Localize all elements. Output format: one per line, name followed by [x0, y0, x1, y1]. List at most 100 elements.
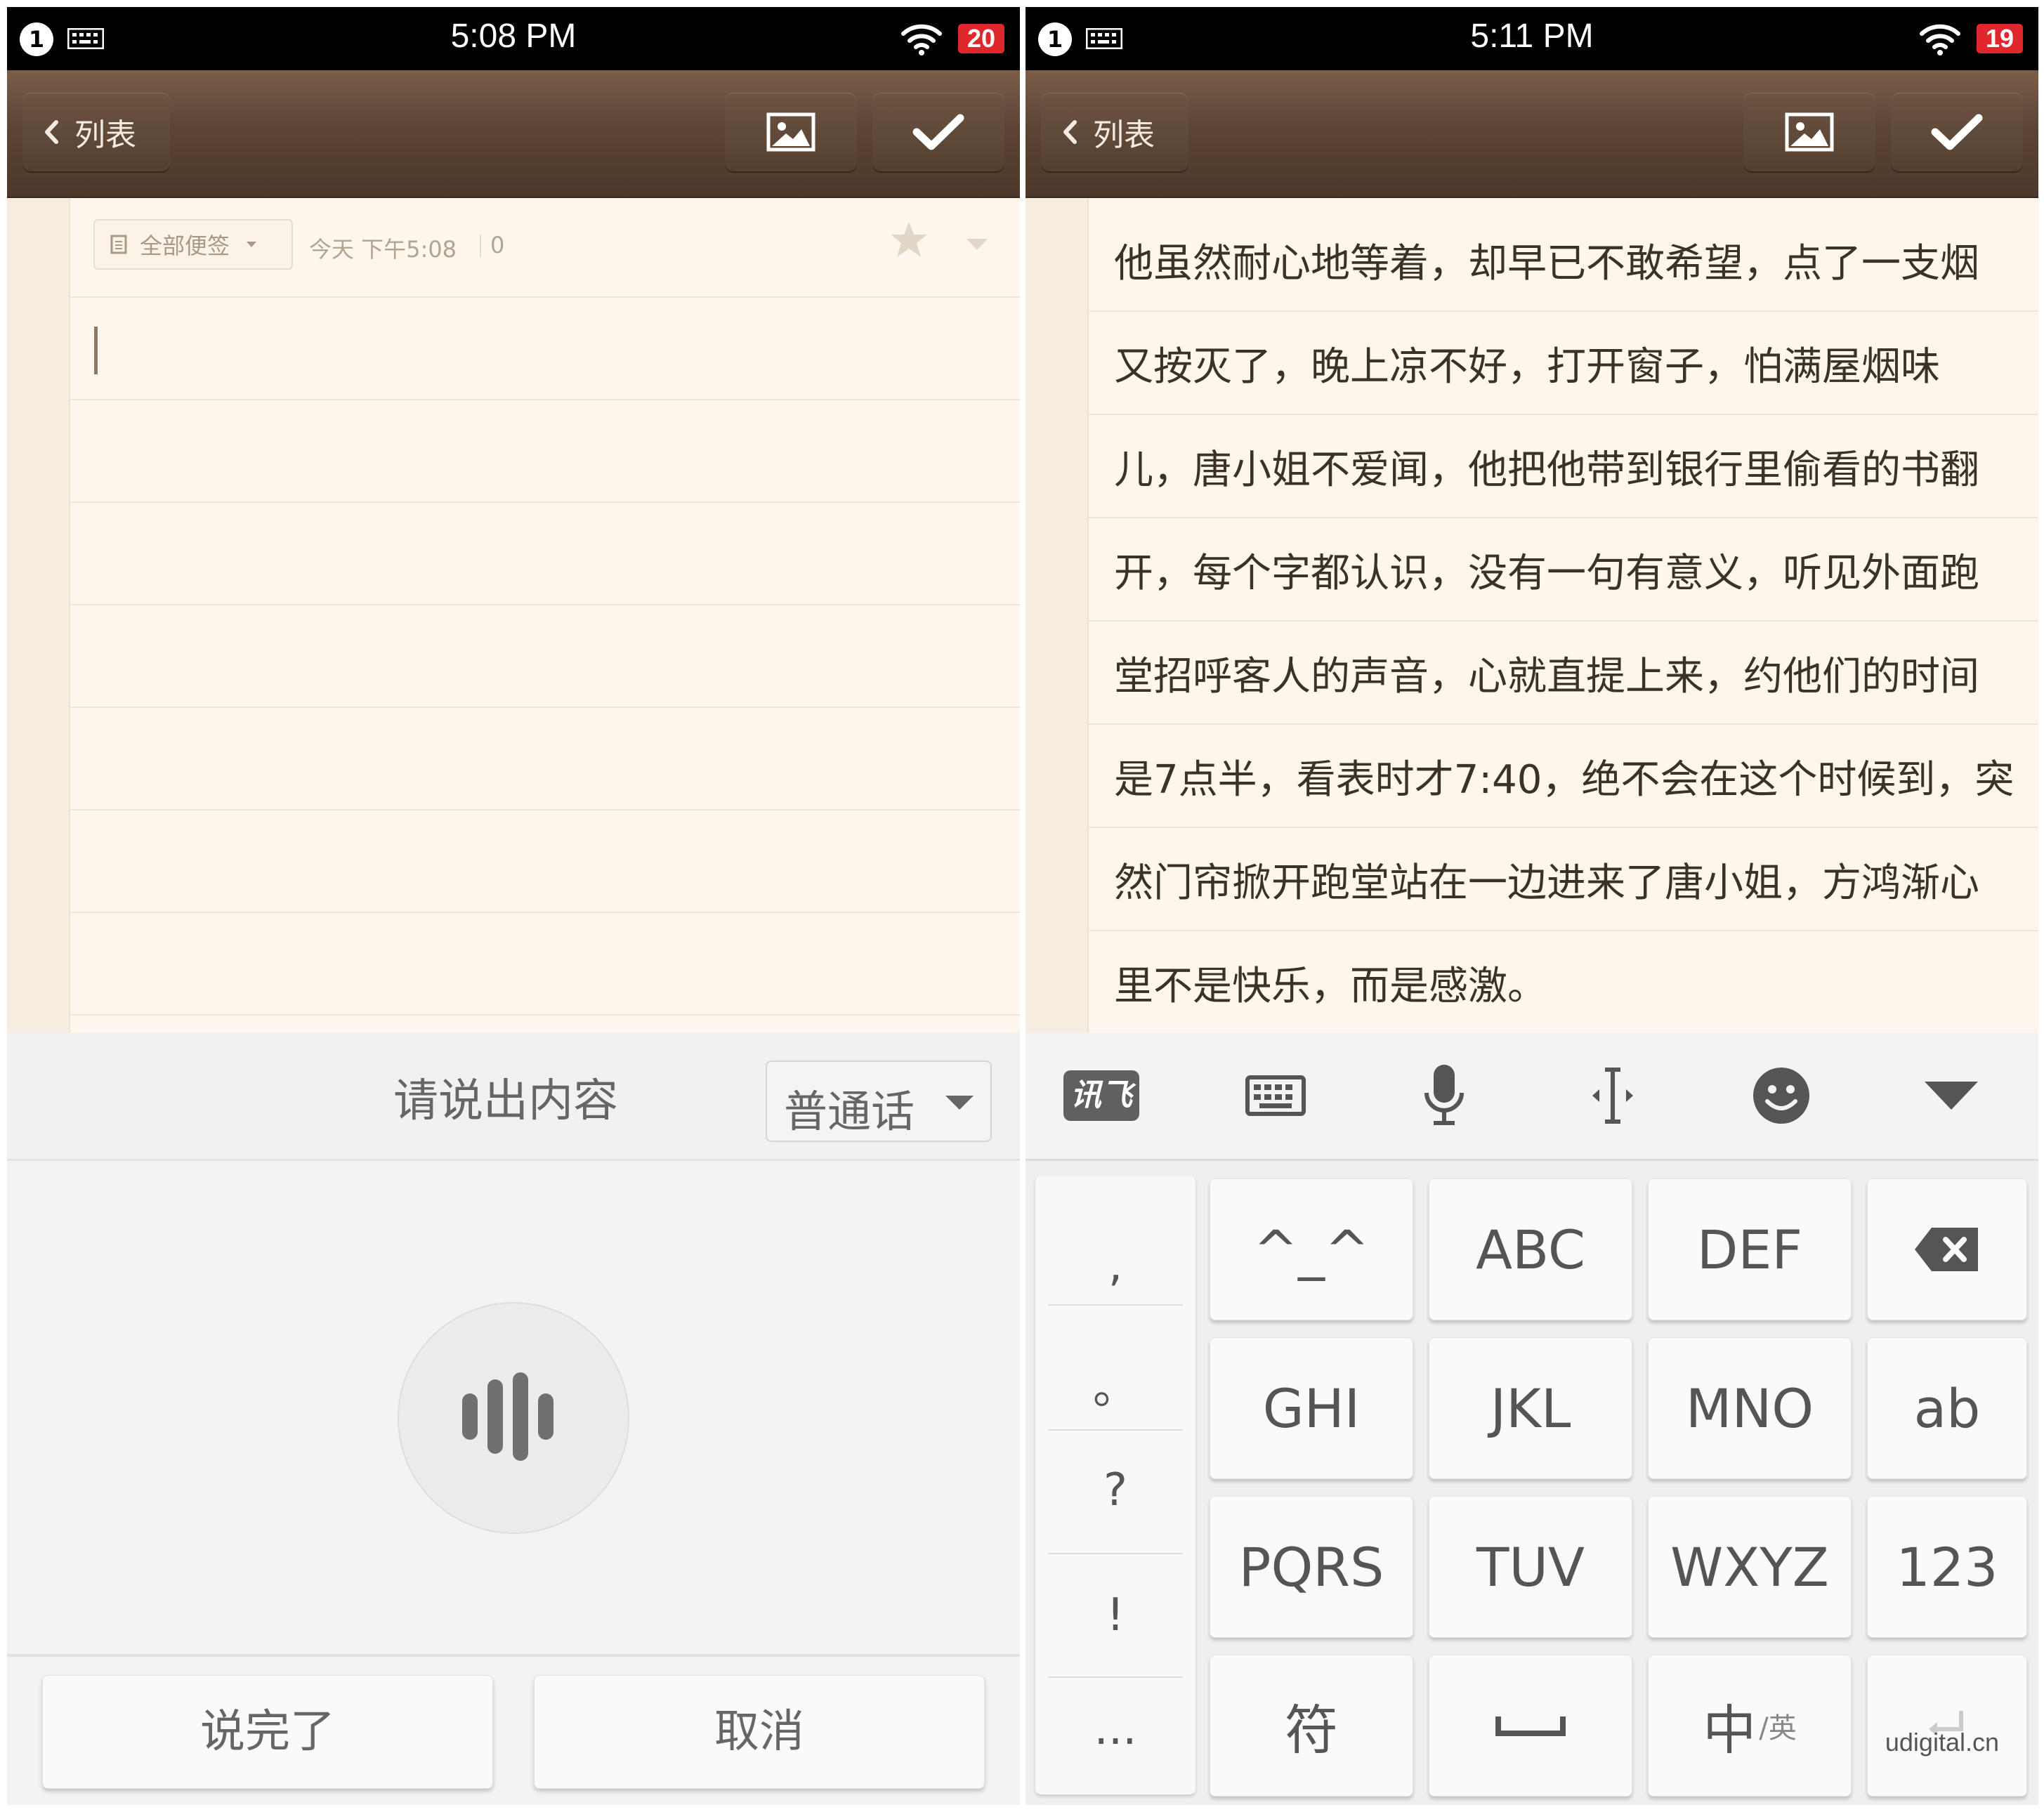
- note-text-line: 里不是快乐，而是感激。: [1114, 964, 1547, 1009]
- divider: [1048, 1676, 1183, 1678]
- image-icon: [766, 112, 815, 152]
- punct-key-period[interactable]: 。: [1035, 1352, 1195, 1417]
- note-date: 今天 下午5:08: [309, 236, 457, 263]
- status-bar: 1 5:08 PM 20: [7, 7, 1020, 70]
- chevron-down-icon[interactable]: [965, 237, 989, 251]
- back-label: 列表: [74, 117, 136, 153]
- note-text-line: 儿，唐小姐不爱闻，他把他带到银行里偷看的书翻: [1114, 447, 1979, 493]
- backspace-icon: [1915, 1228, 1978, 1271]
- status-bar: 1 5:11 PM 19: [1026, 7, 2038, 70]
- save-button[interactable]: [1891, 93, 2023, 171]
- text-cursor: [94, 327, 98, 374]
- backspace-key[interactable]: [1867, 1179, 2027, 1320]
- left-screen: 1 5:08 PM 20 列表 全部便签 今天 下午5:08 0 请说出内容 普…: [7, 7, 1020, 1805]
- note-meta-bar: 全部便签 今天 下午5:08 0: [69, 198, 1020, 296]
- paper-rule: [1087, 620, 2038, 622]
- language-toggle-key[interactable]: 中/英: [1648, 1655, 1852, 1797]
- punct-key-ellipsis[interactable]: ...: [1035, 1703, 1195, 1755]
- check-icon: [1931, 114, 1983, 150]
- status-time: 5:08 PM: [450, 18, 577, 55]
- space-icon: [1495, 1716, 1566, 1736]
- key-ghi[interactable]: GHI: [1210, 1337, 1413, 1479]
- punct-key-comma[interactable]: ,: [1035, 1240, 1195, 1292]
- star-icon[interactable]: [888, 219, 930, 261]
- paper-rule: [69, 501, 1020, 503]
- space-key[interactable]: [1429, 1655, 1632, 1797]
- emoji-icon: [1753, 1068, 1809, 1124]
- divider: [7, 1654, 1020, 1657]
- emoji-button[interactable]: [1742, 1061, 1821, 1131]
- back-label: 列表: [1093, 117, 1155, 153]
- cursor-move-icon: [1592, 1068, 1633, 1124]
- battery-level: 20: [958, 24, 1004, 53]
- paper-rule: [1087, 930, 2038, 931]
- char-count: 0: [490, 232, 505, 258]
- key-numbers[interactable]: 123: [1867, 1496, 2027, 1638]
- paper-rule: [1087, 517, 2038, 518]
- image-icon: [1785, 112, 1834, 152]
- note-header: 列表: [7, 70, 1020, 198]
- cursor-move-button[interactable]: [1573, 1061, 1652, 1131]
- punctuation-column: , 。 ? ! ...: [1035, 1176, 1195, 1794]
- chevron-left-icon: [1063, 120, 1077, 144]
- lang-main: 中: [1703, 1699, 1757, 1761]
- key-mno[interactable]: MNO: [1648, 1337, 1852, 1479]
- paper-rule: [69, 707, 1020, 708]
- voice-prompt: 请说出内容: [393, 1075, 618, 1127]
- wifi-icon: [1920, 24, 1960, 55]
- cancel-button[interactable]: 取消: [534, 1675, 985, 1789]
- key-tuv[interactable]: TUV: [1429, 1496, 1632, 1638]
- keyboard-switch-button[interactable]: [1236, 1061, 1315, 1131]
- microphone-icon: [1424, 1065, 1464, 1125]
- chevron-down-icon: [247, 242, 257, 247]
- back-to-list-button[interactable]: 列表: [22, 93, 170, 171]
- lang-sub: /英: [1759, 1712, 1797, 1745]
- chevron-left-icon: [45, 120, 58, 144]
- paper-rule: [69, 809, 1020, 810]
- voice-input-button[interactable]: [1405, 1061, 1483, 1131]
- language-value: 普通话: [784, 1086, 915, 1137]
- punct-key-exclamation[interactable]: !: [1035, 1589, 1195, 1641]
- hide-keyboard-button[interactable]: [1912, 1061, 1991, 1131]
- key-case[interactable]: ab: [1867, 1337, 2027, 1479]
- note-text-line: 然门帘掀开跑堂站在一边进来了唐小姐，方鸿渐心: [1114, 860, 1979, 906]
- paper-rule: [69, 1014, 1020, 1016]
- paper-rule: [1087, 310, 2038, 312]
- key-abc[interactable]: ABC: [1429, 1179, 1632, 1320]
- voice-input-panel: 请说出内容 普通话 说完了 取消: [7, 1032, 1020, 1805]
- check-icon: [912, 114, 964, 150]
- key-pqrs[interactable]: PQRS: [1210, 1496, 1413, 1638]
- enter-key[interactable]: [1867, 1655, 2027, 1797]
- key-emoticon[interactable]: ^_^: [1210, 1179, 1413, 1320]
- punct-key-question[interactable]: ?: [1035, 1464, 1195, 1516]
- back-to-list-button[interactable]: 列表: [1041, 93, 1188, 171]
- paper-rule: [1087, 723, 2038, 725]
- note-text-line: 他虽然耐心地等着，却早已不敢希望，点了一支烟: [1114, 241, 1979, 287]
- language-select[interactable]: 普通话: [766, 1061, 992, 1142]
- insert-image-button[interactable]: [1743, 93, 1875, 171]
- ime-keyboard: 讯飞 , 。 ? ! ... ^_^ ABC DEF GHI JKL MNO a…: [1026, 1032, 2038, 1805]
- note-text-line: 又按灭了，晚上凉不好，打开窗子，怕满屋烟味: [1114, 344, 1940, 390]
- ime-logo-button[interactable]: 讯飞: [1062, 1061, 1141, 1131]
- watermark: udigital.cn: [1885, 1728, 1999, 1757]
- chevron-down-icon: [945, 1096, 974, 1110]
- keyboard-toolbar: 讯飞: [1026, 1032, 2038, 1161]
- wifi-icon: [901, 24, 942, 55]
- keyboard-icon: [1245, 1075, 1306, 1116]
- paper-rule: [1087, 414, 2038, 415]
- voice-header: 请说出内容 普通话: [7, 1032, 1020, 1161]
- sound-wave-icon: [462, 1372, 553, 1461]
- note-text-line: 开，每个字都认识，没有一句有意义，听见外面跑: [1114, 551, 1979, 596]
- key-jkl[interactable]: JKL: [1429, 1337, 1632, 1479]
- right-screen: 1 5:11 PM 19 列表 他虽然耐心地等着，却早已不敢希望，点了一支烟 又…: [1026, 7, 2038, 1805]
- paper-rule: [69, 604, 1020, 605]
- paper-rule: [69, 912, 1020, 913]
- key-def[interactable]: DEF: [1648, 1179, 1852, 1320]
- key-symbols[interactable]: 符: [1210, 1655, 1413, 1797]
- save-button[interactable]: [872, 93, 1004, 171]
- key-wxyz[interactable]: WXYZ: [1648, 1496, 1852, 1638]
- finish-speaking-button[interactable]: 说完了: [42, 1675, 493, 1789]
- insert-image-button[interactable]: [725, 93, 857, 171]
- ime-logo: 讯飞: [1063, 1070, 1139, 1121]
- category-dropdown[interactable]: 全部便签: [93, 219, 293, 270]
